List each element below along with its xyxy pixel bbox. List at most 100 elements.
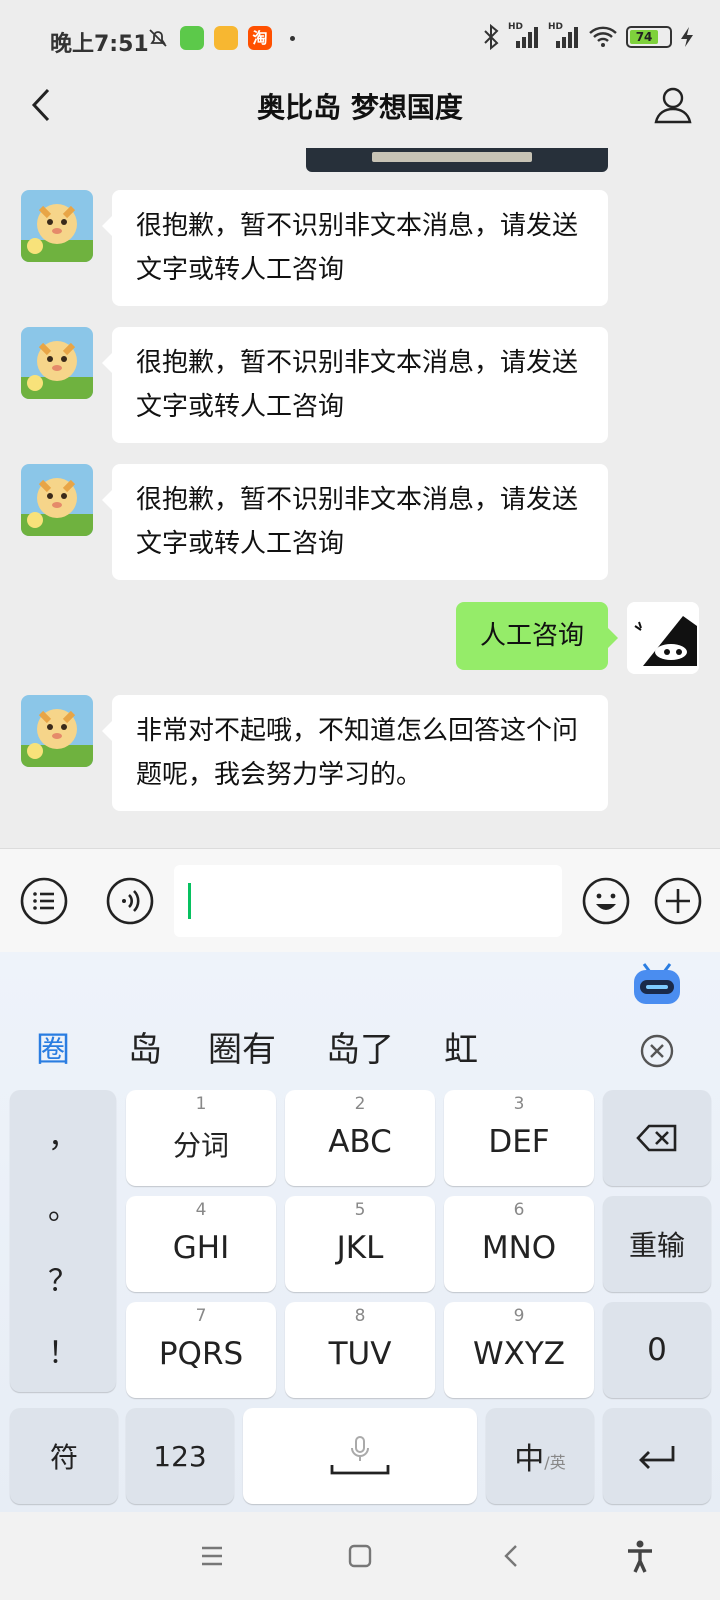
space-key[interactable]	[243, 1408, 477, 1504]
backspace-key[interactable]	[603, 1090, 711, 1186]
chat-header: 奥比岛 梦想国度	[0, 80, 720, 148]
reenter-key[interactable]: 重输	[603, 1196, 711, 1292]
reenter-label: 重输	[628, 1229, 685, 1262]
recent-apps-icon[interactable]	[192, 1536, 232, 1576]
bot-avatar[interactable]	[21, 464, 93, 536]
candidate-word[interactable]: 岛了	[326, 1020, 394, 1080]
key-7[interactable]: 7 PQRS	[126, 1302, 276, 1398]
my-message-bubble[interactable]: 人工咨询	[455, 602, 619, 670]
emoji-icon[interactable]	[582, 877, 630, 925]
key-number: 9	[513, 1306, 525, 1326]
hd-label-2: HD	[548, 22, 564, 32]
status-bar: 晚上7:51 淘 HD HD 74	[0, 0, 720, 80]
my-avatar[interactable]	[627, 602, 699, 674]
key-number: 6	[513, 1200, 525, 1220]
enter-icon	[639, 1446, 675, 1469]
candidate-word[interactable]: 圈有	[208, 1020, 276, 1080]
key-5[interactable]: 5 JKL	[285, 1196, 435, 1292]
enter-key[interactable]	[603, 1408, 711, 1504]
home-icon[interactable]	[340, 1536, 380, 1576]
bot-avatar[interactable]	[21, 190, 93, 262]
chat-title: 奥比岛 梦想国度	[257, 91, 463, 124]
message-list[interactable]: 很抱歉，暂不识别非文本消息，请发送文字或转人工咨询 很抱歉，暂不识别非文本消息，…	[0, 148, 720, 848]
key-1[interactable]: 1 分词	[126, 1090, 276, 1186]
key-label: TUV	[328, 1336, 392, 1372]
bot-message-bubble[interactable]: 很抱歉，暂不识别非文本消息，请发送文字或转人工咨询	[102, 190, 608, 306]
numeric-label: 123	[153, 1439, 207, 1473]
candidate-word[interactable]: 圈	[36, 1020, 70, 1080]
key-9[interactable]: 9 WXYZ	[444, 1302, 594, 1398]
punctuation-column[interactable]: ， 。 ？ ！	[10, 1090, 116, 1392]
language-switch-key[interactable]: 中/英	[486, 1408, 594, 1504]
key-label: MNO	[481, 1230, 557, 1266]
punct-exclamation[interactable]: ！	[10, 1328, 116, 1372]
app-icon-yellow	[214, 26, 238, 50]
key-number: 7	[195, 1306, 207, 1326]
key-label: PQRS	[158, 1336, 244, 1372]
bluetooth-icon	[484, 24, 499, 50]
key-6[interactable]: 6 MNO	[444, 1196, 594, 1292]
candidate-word[interactable]: 岛	[128, 1020, 162, 1080]
add-more-icon[interactable]	[654, 877, 702, 925]
battery-indicator: 74	[626, 26, 672, 48]
key-label: ABC	[328, 1124, 392, 1160]
zero-label: 0	[647, 1332, 667, 1368]
app-icon-green	[180, 26, 204, 50]
key-0[interactable]: 0	[603, 1302, 711, 1398]
accessibility-icon[interactable]	[620, 1536, 660, 1576]
key-number: 3	[513, 1094, 525, 1114]
hd-label: HD	[508, 22, 524, 32]
punct-period[interactable]: 。	[10, 1184, 116, 1228]
dot-icon	[290, 35, 295, 41]
wifi-icon	[589, 26, 617, 47]
keyboard-assistant-icon[interactable]	[632, 960, 682, 1006]
bot-message-bubble[interactable]: 很抱歉，暂不识别非文本消息，请发送文字或转人工咨询	[102, 327, 608, 443]
symbol-key[interactable]: 符	[10, 1408, 118, 1504]
bot-message-bubble[interactable]: 很抱歉，暂不识别非文本消息，请发送文字或转人工咨询	[102, 464, 608, 580]
key-number: 1	[195, 1094, 207, 1114]
close-candidates-icon[interactable]	[640, 1034, 674, 1068]
signal-hd-icon: HD	[508, 22, 540, 50]
candidate-word[interactable]: 虹	[444, 1020, 478, 1080]
microphone-icon	[351, 1436, 369, 1461]
taobao-icon: 淘	[248, 26, 272, 50]
keyboard: 圈 岛 圈有 岛了 虹 ， 。 ？ ！ 1 分词 2 ABC 3 DEF 4 GHI 5…	[0, 952, 720, 1512]
battery-level: 74	[630, 30, 659, 44]
key-label: JKL	[336, 1230, 384, 1266]
space-bar-icon	[330, 1465, 390, 1475]
back-icon[interactable]	[492, 1536, 532, 1576]
numeric-key[interactable]: 123	[126, 1408, 234, 1504]
bot-avatar[interactable]	[21, 695, 93, 767]
language-main: 中	[514, 1442, 545, 1477]
message-input-bar	[0, 848, 720, 952]
key-label: DEF	[488, 1124, 550, 1160]
mute-bell-icon	[149, 29, 167, 47]
language-sub: /英	[544, 1453, 566, 1472]
punct-comma[interactable]: ，	[10, 1112, 116, 1156]
key-2[interactable]: 2 ABC	[285, 1090, 435, 1186]
bot-message-bubble[interactable]: 非常对不起哦，不知道怎么回答这个问题呢，我会努力学习的。	[102, 695, 608, 811]
signal-hd-icon-2: HD	[548, 22, 580, 50]
key-8[interactable]: 8 TUV	[285, 1302, 435, 1398]
candidate-bar: 圈 岛 圈有 岛了 虹	[0, 1020, 720, 1080]
key-label: WXYZ	[472, 1336, 566, 1372]
key-number: 5	[354, 1200, 366, 1220]
text-caret	[188, 883, 191, 919]
punct-question[interactable]: ？	[10, 1256, 116, 1300]
key-number: 4	[195, 1200, 207, 1220]
key-label: GHI	[172, 1230, 230, 1266]
bot-avatar[interactable]	[21, 327, 93, 399]
image-message-thumbnail[interactable]	[306, 148, 608, 172]
thumbnail-detail	[372, 152, 532, 162]
menu-list-icon[interactable]	[20, 877, 68, 925]
status-time: 晚上7:51	[50, 32, 149, 57]
key-4[interactable]: 4 GHI	[126, 1196, 276, 1292]
key-number: 2	[354, 1094, 366, 1114]
voice-input-icon[interactable]	[106, 877, 154, 925]
charging-icon	[681, 27, 693, 47]
message-input[interactable]	[174, 865, 562, 937]
key-3[interactable]: 3 DEF	[444, 1090, 594, 1186]
system-navigation-bar	[0, 1512, 720, 1600]
backspace-icon	[636, 1124, 677, 1152]
contact-profile-icon[interactable]	[652, 84, 694, 126]
